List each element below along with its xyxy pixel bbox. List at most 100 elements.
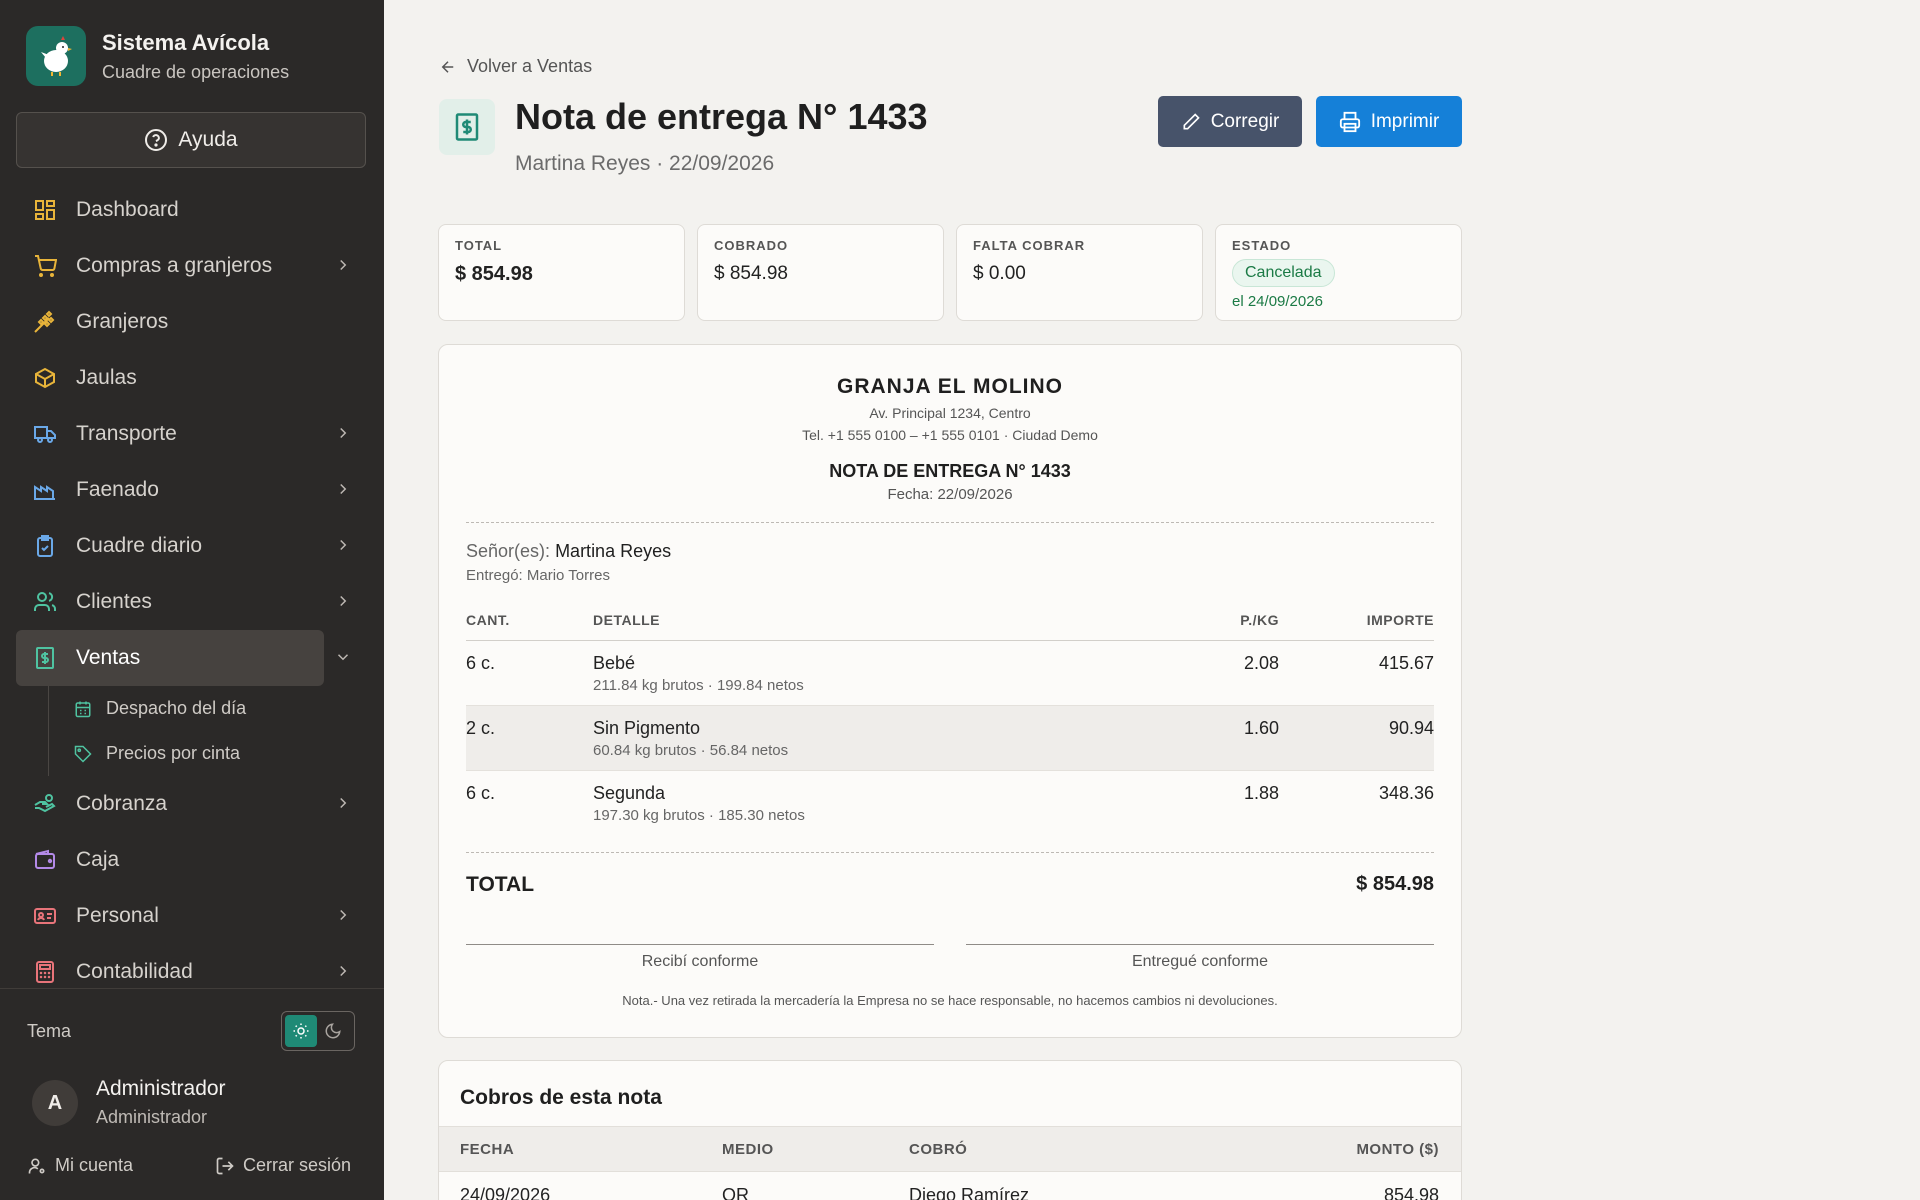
chevron-right-icon bbox=[340, 539, 347, 551]
theme-toggle[interactable] bbox=[281, 1011, 355, 1051]
calendar-icon bbox=[74, 700, 92, 718]
user-role: Administrador bbox=[96, 1107, 208, 1127]
row-qty: 2 c. bbox=[466, 718, 496, 738]
row-price: 1.88 bbox=[1243, 783, 1279, 803]
sidebar-item-label: Transporte bbox=[76, 422, 177, 445]
edit-label: Corregir bbox=[1210, 110, 1280, 132]
customer-line: Señor(es): Martina Reyes bbox=[466, 541, 671, 562]
arrow-left-icon bbox=[441, 60, 454, 73]
help-label: Ayuda bbox=[178, 128, 238, 151]
logout-icon bbox=[216, 1157, 234, 1174]
row-detail: Bebé bbox=[593, 653, 636, 673]
sidebar-item-ventas[interactable]: Ventas bbox=[16, 630, 349, 686]
print-label: Imprimir bbox=[1370, 110, 1440, 132]
users-icon bbox=[32, 589, 58, 615]
back-label: Volver a Ventas bbox=[467, 56, 593, 76]
table-row: 2 c. Sin Pigmento 60.84 kg brutos · 56.8… bbox=[466, 706, 1434, 771]
document-title: NOTA DE ENTREGA N° 1433 bbox=[829, 461, 1071, 481]
sidebar-item-label: Personal bbox=[76, 904, 159, 927]
row-price: 1.60 bbox=[1243, 718, 1279, 738]
delivery-note-document: GRANJA EL MOLINO Av. Principal 1234, Cen… bbox=[438, 344, 1462, 1038]
back-link[interactable]: Volver a Ventas bbox=[439, 56, 592, 77]
printer-icon bbox=[1339, 111, 1360, 132]
payment-amount: 854.98 bbox=[1383, 1185, 1439, 1200]
payment-date: 24/09/2026 bbox=[460, 1185, 551, 1200]
document-total-label: TOTAL bbox=[466, 873, 535, 896]
stat-label: ESTADO bbox=[1232, 238, 1292, 253]
my-account-link[interactable]: Mi cuenta bbox=[27, 1155, 133, 1176]
theme-label: Tema bbox=[27, 1021, 72, 1041]
signature-received-label: Recibí conforme bbox=[641, 953, 759, 970]
stat-estado: ESTADO Cancelada el 24/09/2026 bbox=[1215, 224, 1462, 321]
edit-button[interactable]: Corregir bbox=[1158, 96, 1302, 147]
clipboard-check-icon bbox=[32, 533, 58, 559]
sidebar-item-cobranza[interactable]: Cobranza bbox=[16, 776, 366, 832]
sidebar-subitem-label: Precios por cinta bbox=[106, 743, 241, 763]
sidebar-item-label: Caja bbox=[76, 848, 120, 871]
brand: Sistema Avícola Cuadre de operaciones bbox=[26, 26, 289, 86]
sidebar-subitem-despacho[interactable]: Despacho del día bbox=[46, 686, 366, 731]
help-circle-icon bbox=[145, 129, 168, 151]
column-header-amount: IMPORTE bbox=[1366, 612, 1434, 628]
chevron-right-icon bbox=[340, 483, 347, 495]
row-weights: 60.84 kg brutos · 56.84 netos bbox=[593, 742, 789, 759]
tag-icon bbox=[74, 745, 92, 763]
sidebar-nav: Dashboard Compras a granjeros Granjeros … bbox=[16, 182, 366, 1000]
document-total-value: $ 854.98 bbox=[1356, 873, 1434, 895]
stat-value: $ 854.98 bbox=[714, 263, 788, 284]
payments-panel: Cobros de esta nota FECHA MEDIO COBRÓ MO… bbox=[438, 1060, 1462, 1200]
stat-value: $ 854.98 bbox=[455, 263, 533, 285]
sidebar-item-label: Contabilidad bbox=[76, 960, 193, 983]
receipt-icon bbox=[32, 645, 58, 671]
sidebar-item-granjeros[interactable]: Granjeros bbox=[16, 294, 366, 350]
sun-icon[interactable] bbox=[285, 1015, 317, 1047]
logout-label: Cerrar sesión bbox=[243, 1155, 352, 1175]
sidebar-item-contabilidad[interactable]: Contabilidad bbox=[16, 944, 366, 1000]
signature-delivered-label: Entregué conforme bbox=[1131, 953, 1269, 970]
chevron-right-icon bbox=[340, 427, 347, 439]
sidebar-item-personal[interactable]: Personal bbox=[16, 888, 366, 944]
avatar: A bbox=[32, 1080, 78, 1126]
page-subtitle: Martina Reyes · 22/09/2026 bbox=[515, 152, 775, 175]
sidebar-item-dashboard[interactable]: Dashboard bbox=[16, 182, 366, 238]
row-qty: 6 c. bbox=[466, 653, 496, 673]
logout-link[interactable]: Cerrar sesión bbox=[215, 1155, 351, 1176]
sidebar-item-compras[interactable]: Compras a granjeros bbox=[16, 238, 366, 294]
company-phone: Tel. +1 555 0100 – +1 555 0101 · Ciudad … bbox=[802, 427, 1098, 443]
status-date: el 24/09/2026 bbox=[1232, 293, 1323, 310]
page-title: Nota de entrega N° 1433 bbox=[515, 96, 928, 137]
sidebar-item-label: Clientes bbox=[76, 590, 152, 613]
box-icon bbox=[32, 365, 58, 391]
column-header-collector: COBRÓ bbox=[909, 1141, 968, 1158]
app-title: Sistema Avícola bbox=[102, 29, 270, 55]
customer-name: Martina Reyes bbox=[555, 541, 672, 561]
sidebar-item-caja[interactable]: Caja bbox=[16, 832, 366, 888]
table-row: 6 c. Segunda 197.30 kg brutos · 185.30 n… bbox=[466, 771, 1434, 836]
sidebar-item-label: Ventas bbox=[76, 646, 141, 669]
sidebar-item-clientes[interactable]: Clientes bbox=[16, 574, 366, 630]
sidebar-item-cuadre[interactable]: Cuadre diario bbox=[16, 518, 366, 574]
moon-icon[interactable] bbox=[317, 1015, 349, 1047]
help-button[interactable]: Ayuda bbox=[16, 112, 366, 168]
payment-method: QR bbox=[722, 1185, 749, 1200]
sidebar-item-faenado[interactable]: Faenado bbox=[16, 462, 366, 518]
signature-line bbox=[466, 944, 934, 945]
pencil-icon bbox=[1183, 112, 1200, 129]
row-weights: 211.84 kg brutos · 199.84 netos bbox=[593, 677, 804, 694]
delivered-by: Entregó: Mario Torres bbox=[466, 567, 610, 584]
sidebar-item-label: Faenado bbox=[76, 478, 159, 501]
wallet-icon bbox=[32, 847, 58, 873]
sidebar-item-jaulas[interactable]: Jaulas bbox=[16, 350, 366, 406]
user-name: Administrador bbox=[96, 1077, 226, 1100]
stat-cobrado: COBRADO $ 854.98 bbox=[697, 224, 944, 321]
sidebar: Sistema Avícola Cuadre de operaciones Ay… bbox=[0, 0, 384, 1200]
payments-title: Cobros de esta nota bbox=[460, 1086, 662, 1109]
sidebar-subitem-precios[interactable]: Precios por cinta bbox=[46, 731, 366, 776]
chevron-right-icon bbox=[340, 797, 347, 809]
row-amount: 90.94 bbox=[1388, 718, 1434, 738]
row-amount: 415.67 bbox=[1378, 653, 1434, 673]
sidebar-item-transporte[interactable]: Transporte bbox=[16, 406, 366, 462]
chevron-right-icon bbox=[340, 965, 347, 977]
status-badge: Cancelada bbox=[1232, 259, 1335, 287]
print-button[interactable]: Imprimir bbox=[1316, 96, 1462, 147]
